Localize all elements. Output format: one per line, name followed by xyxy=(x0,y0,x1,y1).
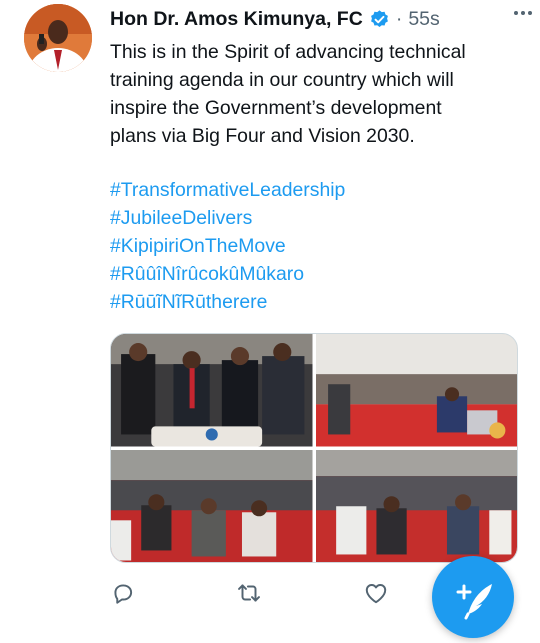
tweet-header: Hon Dr. Amos Kimunya, FC · 55s xyxy=(110,6,526,32)
hashtag-link[interactable]: #RūūĩNĩRūtherere xyxy=(110,288,522,316)
compose-tweet-button[interactable] xyxy=(432,556,514,638)
tweet-action-bar xyxy=(110,580,410,610)
verified-badge-icon xyxy=(370,9,388,27)
hashtag-link[interactable]: #KipipiriOnTheMove xyxy=(110,232,522,260)
media-grid xyxy=(110,333,518,563)
hashtag-link[interactable]: #RûûîNîrûcokûMûkaro xyxy=(110,260,522,288)
tweet-body: This is in the Spirit of advancing techn… xyxy=(110,41,466,147)
hashtag-link[interactable]: #JubileeDelivers xyxy=(110,204,522,232)
tweet-separator: · xyxy=(395,7,403,30)
like-icon[interactable] xyxy=(363,580,389,606)
media-photo-4[interactable] xyxy=(315,449,517,562)
media-photo-1[interactable] xyxy=(111,334,313,447)
tweet-timestamp[interactable]: 55s xyxy=(408,8,439,31)
more-options-icon[interactable] xyxy=(512,2,534,24)
media-photo-2[interactable] xyxy=(315,334,517,447)
hashtag-list: #TransformativeLeadership #JubileeDelive… xyxy=(110,176,522,316)
retweet-icon[interactable] xyxy=(236,580,262,606)
author-avatar[interactable] xyxy=(24,4,92,72)
media-photo-3[interactable] xyxy=(111,449,313,562)
reply-icon[interactable] xyxy=(110,580,136,606)
hashtag-link[interactable]: #TransformativeLeadership xyxy=(110,176,522,204)
author-name[interactable]: Hon Dr. Amos Kimunya, FC xyxy=(110,8,363,31)
compose-feather-icon xyxy=(456,584,492,620)
